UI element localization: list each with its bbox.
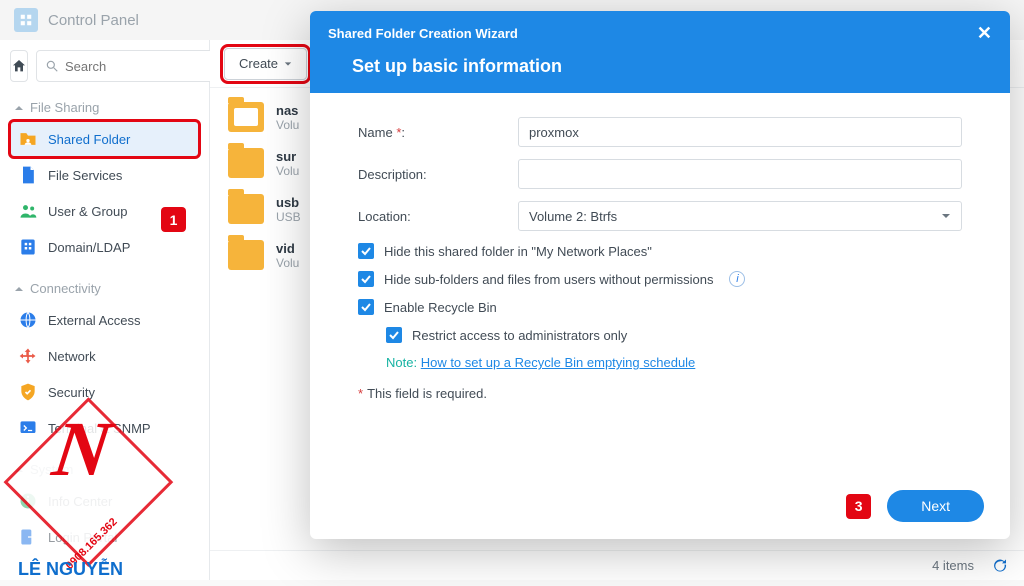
terminal-icon <box>18 418 38 438</box>
folder-icon <box>228 102 264 132</box>
checkbox-checked-icon <box>358 243 374 259</box>
description-label: Description: <box>358 167 518 182</box>
folder-icon <box>228 240 264 270</box>
login-portal-icon <box>18 527 38 547</box>
recycle-bin-schedule-link[interactable]: How to set up a Recycle Bin emptying sch… <box>421 355 696 370</box>
annotation-callout-3: 3 <box>846 494 871 519</box>
annotation-callout-1: 1 <box>161 207 186 232</box>
folder-icon <box>228 194 264 224</box>
security-icon <box>18 382 38 402</box>
wizard-step-title: Set up basic information <box>328 56 992 77</box>
sidebar-item-label: Network <box>48 349 96 364</box>
sidebar-item-label: User & Group <box>48 204 127 219</box>
home-button[interactable] <box>10 50 28 82</box>
required-field-message: *This field is required. <box>358 386 962 401</box>
chevron-up-icon <box>14 465 24 475</box>
sidebar-item-file-services[interactable]: File Services <box>10 157 199 193</box>
create-button[interactable]: Create <box>224 48 307 80</box>
location-select[interactable]: Volume 2: Btrfs <box>518 201 962 231</box>
sidebar-item-info-center[interactable]: Info Center <box>10 483 199 519</box>
control-panel-icon <box>14 8 38 32</box>
checkbox-checked-icon <box>358 271 374 287</box>
sidebar-item-label: Terminal & SNMP <box>48 421 151 436</box>
sidebar: File Sharing Shared Folder File Services… <box>0 40 210 580</box>
sidebar-item-shared-folder[interactable]: Shared Folder <box>10 121 199 157</box>
search-icon <box>45 59 59 73</box>
sidebar-item-network[interactable]: Network <box>10 338 199 374</box>
checkbox-hide-network-places[interactable]: Hide this shared folder in "My Network P… <box>358 243 962 259</box>
next-button[interactable]: Next <box>887 490 984 522</box>
external-access-icon <box>18 310 38 330</box>
network-icon <box>18 346 38 366</box>
folder-icon <box>228 148 264 178</box>
info-center-icon <box>18 491 38 511</box>
sidebar-group-file-sharing[interactable]: File Sharing <box>10 92 199 121</box>
sidebar-item-label: Info Center <box>48 494 112 509</box>
info-icon[interactable]: i <box>729 271 745 287</box>
window-title: Control Panel <box>48 12 139 29</box>
name-input[interactable] <box>518 117 962 147</box>
wizard-name: Shared Folder Creation Wizard <box>328 26 518 41</box>
sidebar-group-connectivity[interactable]: Connectivity <box>10 273 199 302</box>
sidebar-item-label: File Services <box>48 168 122 183</box>
status-bar: 4 items <box>210 550 1024 580</box>
checkbox-checked-icon <box>358 299 374 315</box>
checkbox-checked-icon <box>386 327 402 343</box>
sidebar-item-domain-ldap[interactable]: Domain/LDAP <box>10 229 199 265</box>
shared-folder-wizard-dialog: Shared Folder Creation Wizard ✕ Set up b… <box>310 11 1010 539</box>
refresh-icon[interactable] <box>992 558 1008 574</box>
sidebar-item-terminal-snmp[interactable]: Terminal & SNMP <box>10 410 199 446</box>
chevron-down-icon <box>284 60 292 68</box>
location-label: Location: <box>358 209 518 224</box>
shared-folder-icon <box>18 129 38 149</box>
sidebar-item-label: External Access <box>48 313 141 328</box>
file-services-icon <box>18 165 38 185</box>
sidebar-item-label: Domain/LDAP <box>48 240 130 255</box>
item-count: 4 items <box>932 558 974 573</box>
checkbox-hide-subfolders[interactable]: Hide sub-folders and files from users wi… <box>358 271 962 287</box>
sidebar-item-login-portal[interactable]: Login Portal <box>10 519 199 555</box>
chevron-down-icon <box>941 211 951 221</box>
sidebar-item-label: Shared Folder <box>48 132 130 147</box>
recycle-bin-note: Note: How to set up a Recycle Bin emptyi… <box>386 355 962 370</box>
sidebar-item-label: Login Portal <box>48 530 117 545</box>
checkbox-enable-recycle-bin[interactable]: Enable Recycle Bin <box>358 299 962 315</box>
sidebar-group-system[interactable]: System <box>10 454 199 483</box>
user-group-icon <box>18 201 38 221</box>
close-dialog-icon[interactable]: ✕ <box>977 23 992 44</box>
description-input[interactable] <box>518 159 962 189</box>
domain-ldap-icon <box>18 237 38 257</box>
sidebar-item-external-access[interactable]: External Access <box>10 302 199 338</box>
chevron-up-icon <box>14 103 24 113</box>
chevron-up-icon <box>14 284 24 294</box>
name-label: Name *: <box>358 125 518 140</box>
sidebar-item-security[interactable]: Security <box>10 374 199 410</box>
checkbox-restrict-admin[interactable]: Restrict access to administrators only <box>386 327 962 343</box>
sidebar-item-label: Security <box>48 385 95 400</box>
